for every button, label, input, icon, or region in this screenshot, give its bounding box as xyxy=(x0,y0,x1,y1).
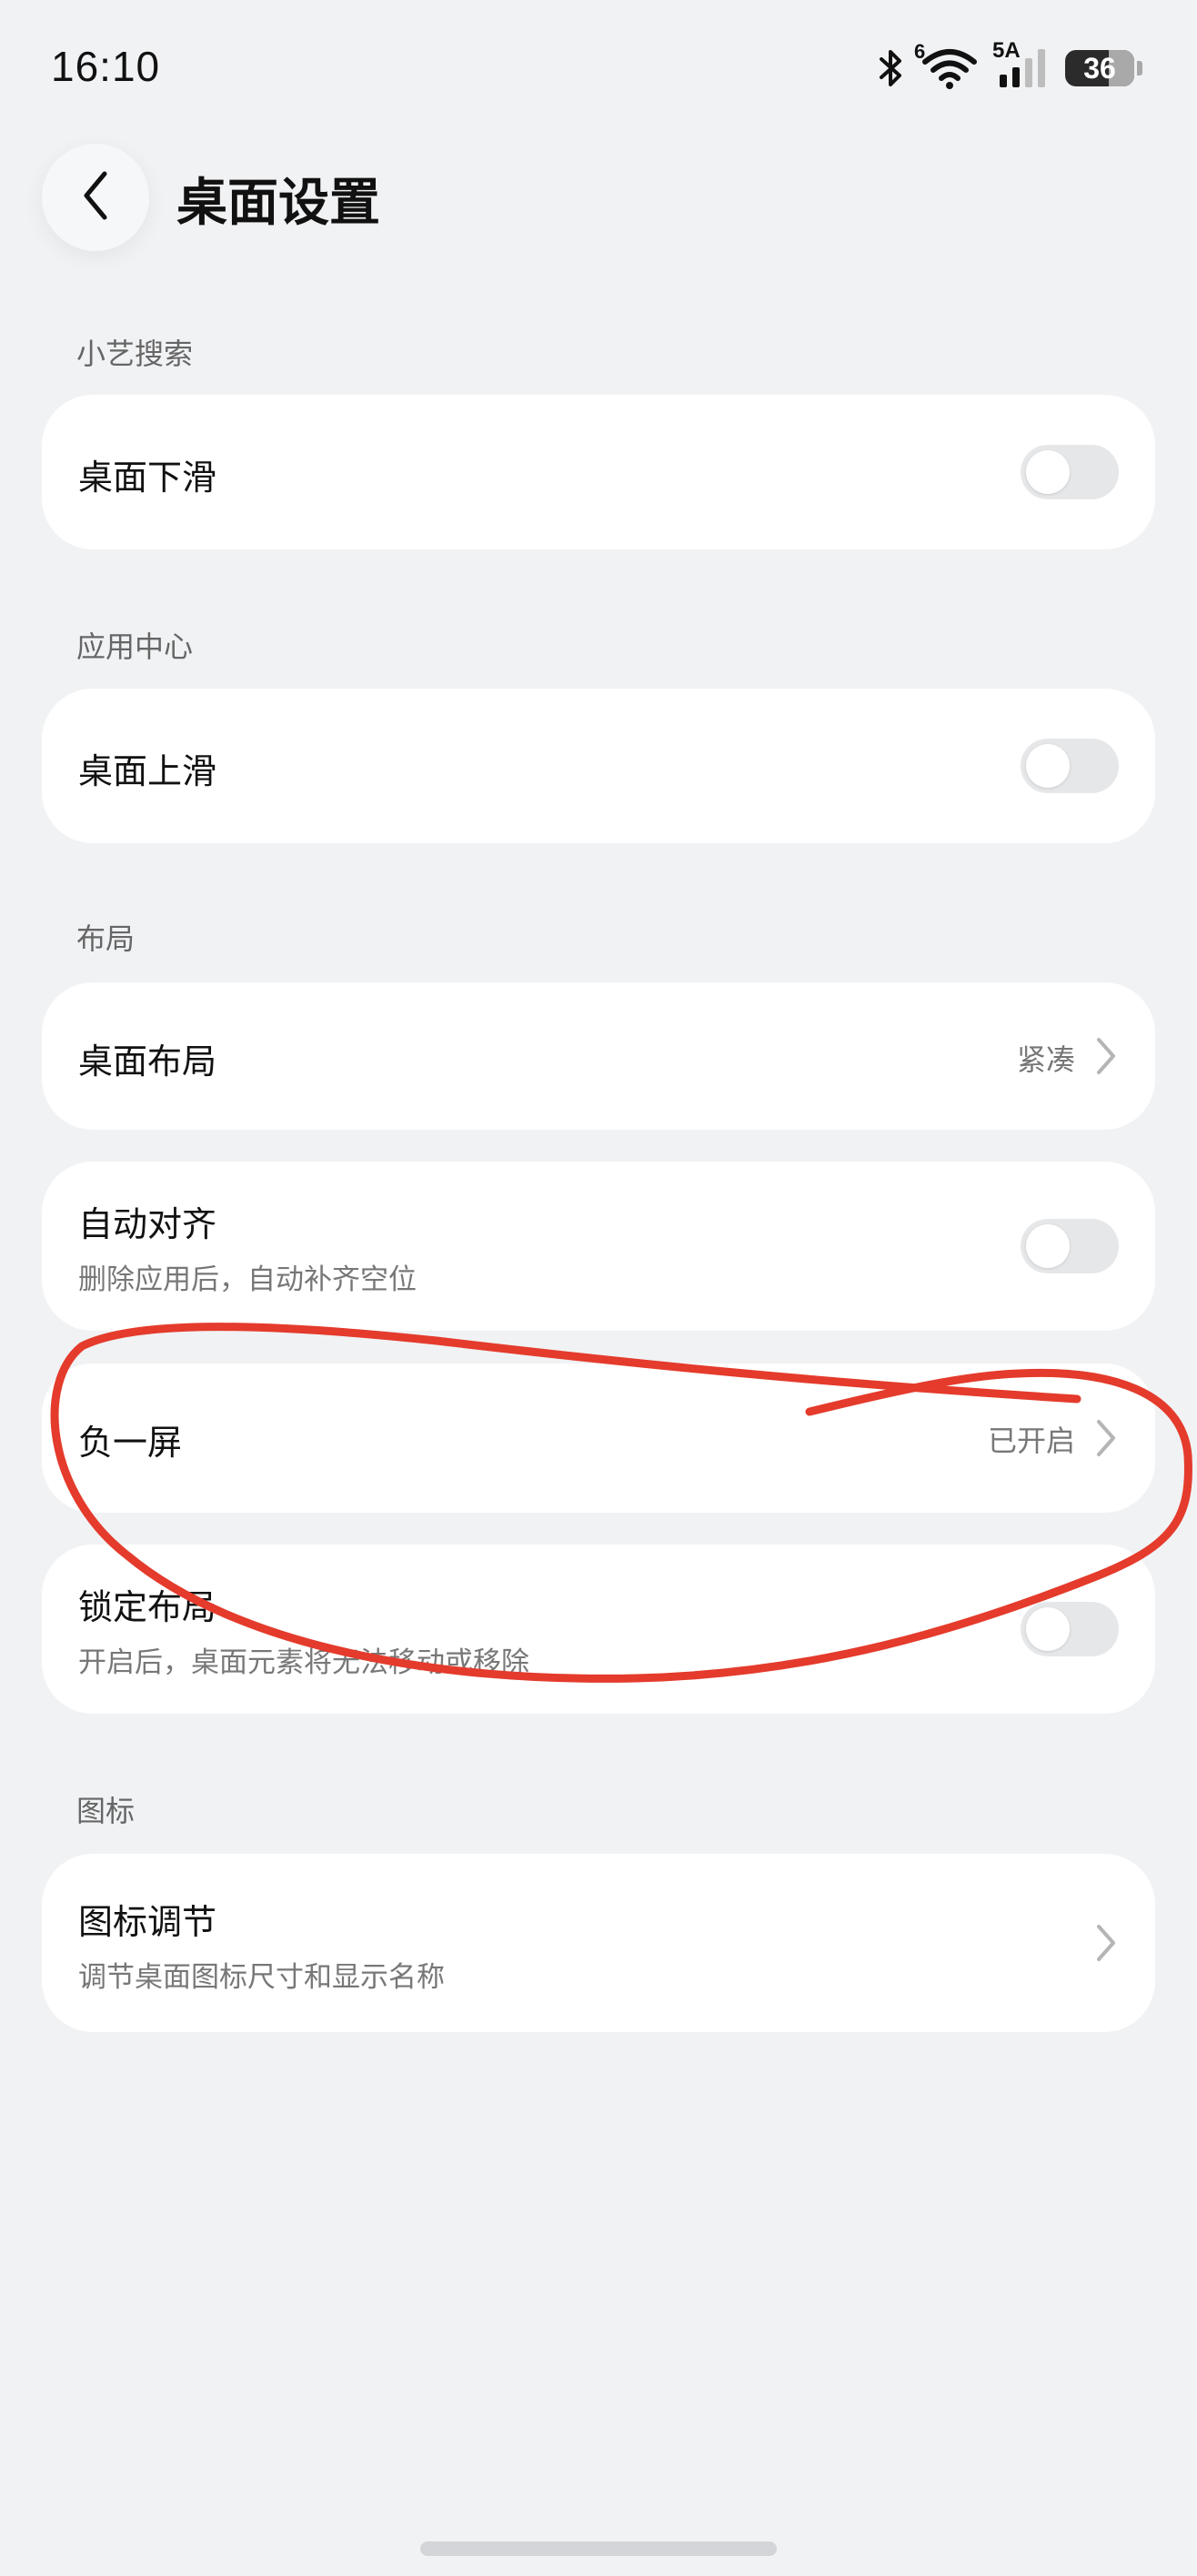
wifi-icon: 6 xyxy=(914,40,978,89)
card-icon-adjust[interactable]: 图标调节 调节桌面图标尺寸和显示名称 xyxy=(42,1854,1155,2032)
row-title-icon-adjust: 图标调节 xyxy=(78,1902,217,1942)
row-title-desktop-swipe-up: 桌面上滑 xyxy=(78,751,217,791)
card-minus-one-screen[interactable]: 负一屏 已开启 xyxy=(42,1363,1155,1513)
row-title-minus-one-screen: 负一屏 xyxy=(78,1423,183,1463)
toggle-auto-align[interactable] xyxy=(1021,1219,1119,1273)
home-indicator[interactable] xyxy=(420,2541,777,2556)
battery-body: 36 xyxy=(1065,50,1134,86)
row-title-desktop-layout: 桌面布局 xyxy=(78,1041,217,1082)
card-desktop-layout[interactable]: 桌面布局 紧凑 xyxy=(42,982,1155,1130)
section-header-xiaoyi: 小艺搜索 xyxy=(76,337,194,371)
section-header-app-center: 应用中心 xyxy=(76,629,194,664)
row-title-desktop-swipe-down: 桌面下滑 xyxy=(78,458,217,498)
battery-level: 36 xyxy=(1083,51,1116,85)
row-subtitle-lock-layout: 开启后，桌面元素将无法移动或移除 xyxy=(78,1646,529,1679)
toggle-desktop-swipe-up[interactable] xyxy=(1021,739,1119,793)
status-bar: 16:10 6 5A 36 xyxy=(0,0,1197,136)
chevron-right-icon xyxy=(1093,1923,1119,1963)
card-desktop-swipe-up[interactable]: 桌面上滑 xyxy=(42,689,1155,843)
toggle-lock-layout[interactable] xyxy=(1021,1602,1119,1656)
status-icons: 6 5A 36 xyxy=(878,38,1142,89)
card-desktop-swipe-down[interactable]: 桌面下滑 xyxy=(42,395,1155,549)
section-header-layout: 布局 xyxy=(76,921,136,956)
page-title: 桌面设置 xyxy=(176,174,380,233)
row-subtitle-auto-align: 删除应用后，自动补齐空位 xyxy=(78,1263,417,1296)
card-auto-align[interactable]: 自动对齐 删除应用后，自动补齐空位 xyxy=(42,1162,1155,1331)
back-arrow-icon xyxy=(79,168,112,226)
chevron-right-icon xyxy=(1093,1418,1119,1458)
signal-icon: 5A xyxy=(992,38,1049,89)
status-time: 16:10 xyxy=(51,43,161,90)
row-title-auto-align: 自动对齐 xyxy=(78,1204,217,1244)
toggle-desktop-swipe-down[interactable] xyxy=(1021,445,1119,499)
row-title-lock-layout: 锁定布局 xyxy=(78,1587,217,1627)
row-value-minus-one-screen: 已开启 xyxy=(987,1424,1075,1458)
chevron-right-icon xyxy=(1093,1036,1119,1076)
signal-label: 5A xyxy=(992,38,1021,63)
card-lock-layout[interactable]: 锁定布局 开启后，桌面元素将无法移动或移除 xyxy=(42,1545,1155,1714)
bluetooth-icon xyxy=(878,48,905,88)
section-header-icons: 图标 xyxy=(76,1794,136,1828)
back-button[interactable] xyxy=(42,144,149,251)
battery-icon: 36 xyxy=(1065,50,1142,86)
row-value-desktop-layout: 紧凑 xyxy=(1016,1042,1075,1077)
row-subtitle-icon-adjust: 调节桌面图标尺寸和显示名称 xyxy=(78,1961,445,1994)
wifi-badge: 6 xyxy=(914,40,926,63)
